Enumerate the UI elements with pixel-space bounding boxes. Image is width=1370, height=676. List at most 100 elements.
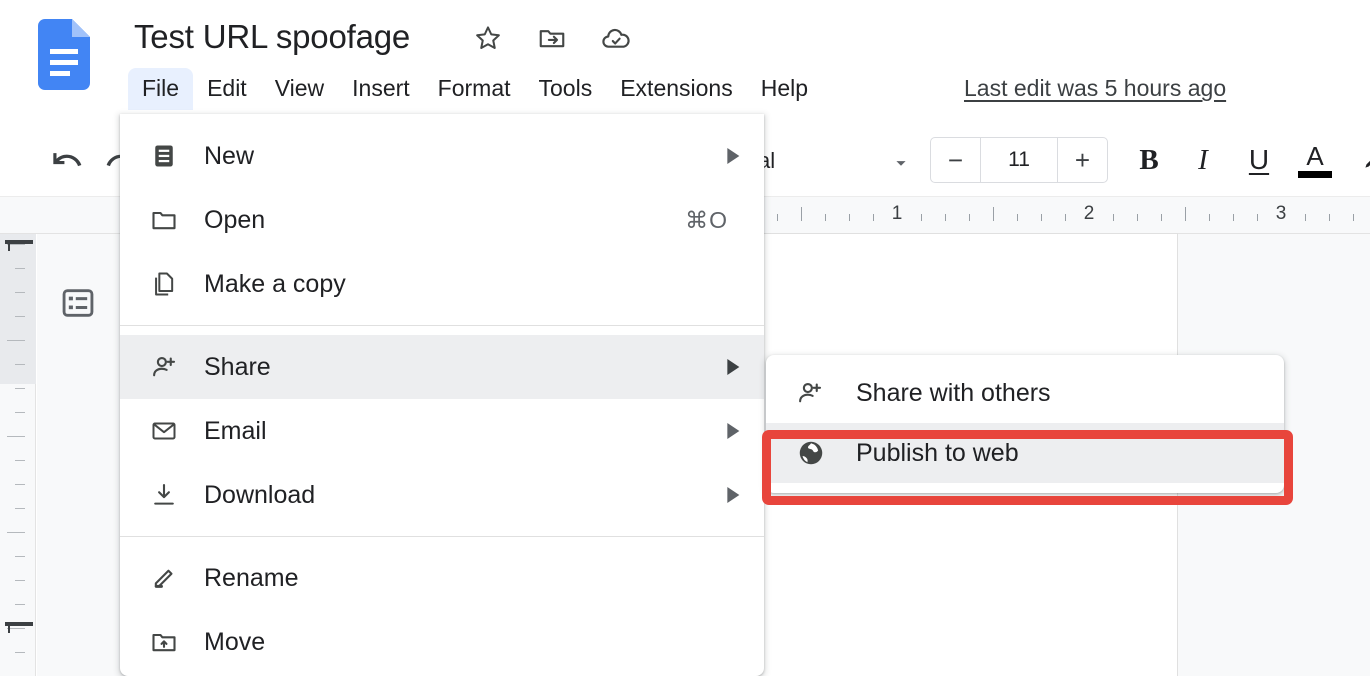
chevron-right-icon: [724, 148, 742, 164]
text-color-button[interactable]: A: [1294, 139, 1336, 181]
move-folder-icon: [150, 628, 204, 656]
menu-file[interactable]: File: [128, 68, 193, 110]
ruler-number: 1: [892, 203, 903, 225]
menu-item-label: Make a copy: [204, 268, 742, 300]
submenu-item-share-with-others[interactable]: Share with others: [766, 363, 1284, 423]
ruler-tick: [825, 214, 826, 221]
ruler-tick: [1257, 214, 1258, 221]
ruler-tick: [15, 364, 25, 365]
font-size-input[interactable]: 11: [980, 138, 1058, 182]
header: Test URL spoofage: [0, 0, 1370, 124]
last-edit-link[interactable]: Last edit was 5 hours ago: [964, 72, 1226, 104]
ruler-tick: [15, 388, 25, 389]
ruler-tick: [1041, 214, 1042, 221]
ruler-tick: [993, 207, 994, 221]
menu-item-rename[interactable]: Rename: [120, 546, 764, 610]
menu-insert[interactable]: Insert: [338, 68, 424, 110]
underline-button[interactable]: U: [1238, 139, 1280, 181]
menu-bar: File Edit View Insert Format Tools Exten…: [128, 68, 822, 110]
ruler-tick: [1185, 207, 1186, 221]
ruler-tick: [873, 214, 874, 221]
ruler-tick: [1209, 214, 1210, 221]
ruler-tick: [969, 214, 970, 221]
chevron-right-icon: [724, 423, 742, 439]
cloud-saved-icon[interactable]: [598, 20, 634, 56]
ruler-tick: [15, 316, 25, 317]
menu-item-shortcut: ⌘O: [685, 207, 742, 234]
mail-icon: [150, 417, 204, 445]
document-outline-icon[interactable]: [58, 283, 98, 323]
ruler-tick: [777, 214, 778, 221]
menu-item-email[interactable]: Email: [120, 399, 764, 463]
menu-item-label: Move: [204, 626, 742, 658]
chevron-down-icon[interactable]: [890, 152, 912, 179]
menu-item-move[interactable]: Move: [120, 610, 764, 674]
ruler-tick: [1137, 214, 1138, 221]
margin-marker[interactable]: [5, 622, 33, 626]
ruler-tick: [1017, 214, 1018, 221]
menu-item-download[interactable]: Download: [120, 463, 764, 527]
ruler-tick: [849, 214, 850, 221]
ruler-tick: [15, 484, 25, 485]
font-size-stepper: − 11 +: [930, 137, 1108, 183]
menu-view[interactable]: View: [261, 68, 338, 110]
menu-format[interactable]: Format: [424, 68, 525, 110]
globe-icon: [796, 438, 856, 468]
person-add-icon: [150, 352, 204, 382]
bold-button[interactable]: B: [1128, 139, 1170, 181]
menu-edit[interactable]: Edit: [193, 68, 261, 110]
ruler-tick: [7, 340, 25, 341]
ruler-tick: [15, 268, 25, 269]
ruler-tick: [15, 460, 25, 461]
undo-icon[interactable]: [44, 142, 88, 185]
menu-separator: [120, 536, 764, 537]
ruler-tick: [7, 436, 25, 437]
submenu-item-label: Publish to web: [856, 437, 1019, 469]
new-doc-icon: [150, 142, 204, 170]
ruler-tick: [801, 207, 802, 221]
menu-item-share[interactable]: Share: [120, 335, 764, 399]
ruler-tick: [15, 652, 25, 653]
menu-item-label: Open: [204, 204, 685, 236]
copy-icon: [150, 270, 204, 298]
menu-help[interactable]: Help: [747, 68, 822, 110]
menu-extensions[interactable]: Extensions: [606, 68, 747, 110]
submenu-item-publish-to-web[interactable]: Publish to web: [766, 423, 1284, 483]
ruler-tick: [15, 580, 25, 581]
submenu-item-label: Share with others: [856, 377, 1051, 409]
ruler-tick: [15, 508, 25, 509]
ruler-tick: [1329, 214, 1330, 221]
highlight-color-button[interactable]: [1352, 139, 1370, 181]
menu-tools[interactable]: Tools: [525, 68, 607, 110]
folder-icon: [150, 206, 204, 234]
font-size-increase-button[interactable]: +: [1058, 138, 1107, 182]
menu-item-open[interactable]: Open ⌘O: [120, 188, 764, 252]
ruler-tick: [1305, 214, 1306, 221]
margin-marker[interactable]: [5, 240, 33, 244]
ruler-tick: [7, 532, 25, 533]
ruler-tick: [1161, 214, 1162, 221]
document-title[interactable]: Test URL spoofage: [134, 16, 410, 58]
pencil-icon: [150, 564, 204, 592]
move-to-folder-icon[interactable]: [534, 20, 570, 56]
italic-button[interactable]: I: [1182, 139, 1224, 181]
font-size-decrease-button[interactable]: −: [931, 138, 980, 182]
vertical-ruler[interactable]: [0, 234, 36, 676]
star-icon[interactable]: [470, 20, 506, 56]
ruler-tick: [1065, 214, 1066, 221]
ruler-tick: [1113, 214, 1114, 221]
share-submenu: Share with others Publish to web: [766, 355, 1284, 493]
text-color-swatch: [1298, 171, 1332, 178]
menu-item-label: Share: [204, 351, 724, 383]
ruler-tick: [1233, 214, 1234, 221]
menu-item-new[interactable]: New: [120, 124, 764, 188]
menu-item-label: New: [204, 140, 724, 172]
ruler-tick: [921, 214, 922, 221]
menu-item-make-a-copy[interactable]: Make a copy: [120, 252, 764, 316]
ruler-number: 2: [1084, 203, 1095, 225]
download-icon: [150, 481, 204, 509]
docs-file-icon[interactable]: [38, 19, 90, 90]
ruler-tick: [15, 604, 25, 605]
ruler-number: 3: [1276, 203, 1287, 225]
text-color-letter: A: [1306, 143, 1323, 169]
